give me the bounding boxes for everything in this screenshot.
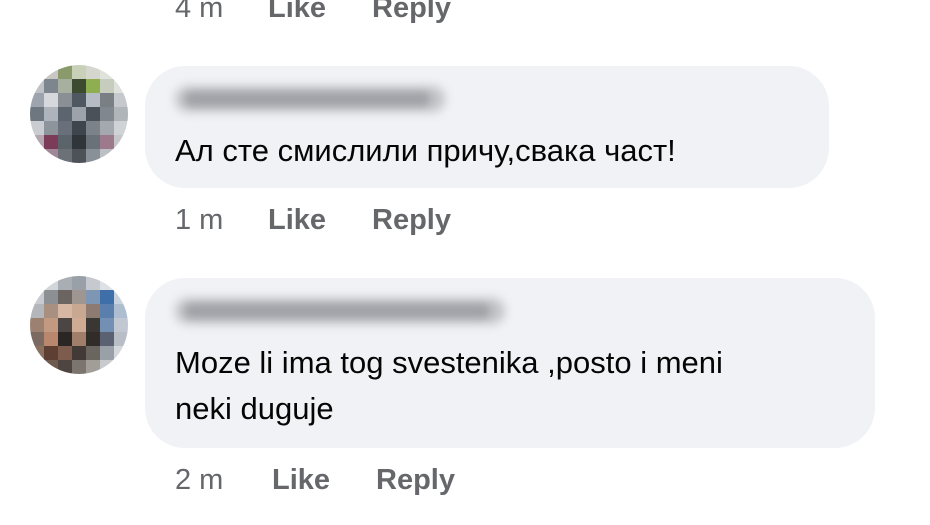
comment-meta-row: 2 m Like Reply: [175, 464, 455, 497]
reply-button[interactable]: Reply: [372, 204, 451, 237]
comment-meta-row: 4 m Like Reply: [175, 0, 451, 25]
comment-author-blur: [185, 304, 490, 318]
comment-text: Moze li ima tog svestenika ,posto i meni…: [175, 345, 723, 426]
comment-meta-row: 1 m Like Reply: [175, 204, 451, 237]
comment-text: Ал сте смислили причу,свака част!: [175, 133, 676, 168]
comment-bubble: Moze li ima tog svestenika ,posto i meni…: [145, 278, 875, 448]
like-button[interactable]: Like: [268, 204, 372, 237]
comment-timestamp: 1 m: [175, 204, 224, 236]
avatar[interactable]: [30, 276, 128, 374]
avatar[interactable]: [30, 65, 128, 163]
like-button[interactable]: Like: [272, 464, 376, 497]
like-button[interactable]: Like: [268, 0, 372, 25]
comment-thread: 4 m Like Reply Ал сте смислили причу,сва…: [0, 0, 930, 525]
comment-author-blur: [185, 92, 430, 106]
comment-bubble: Ал сте смислили причу,свака част!: [145, 66, 829, 188]
comment-timestamp: 4 m: [175, 0, 224, 24]
reply-button[interactable]: Reply: [376, 464, 455, 497]
reply-button[interactable]: Reply: [372, 0, 451, 25]
comment-timestamp: 2 m: [175, 464, 224, 496]
